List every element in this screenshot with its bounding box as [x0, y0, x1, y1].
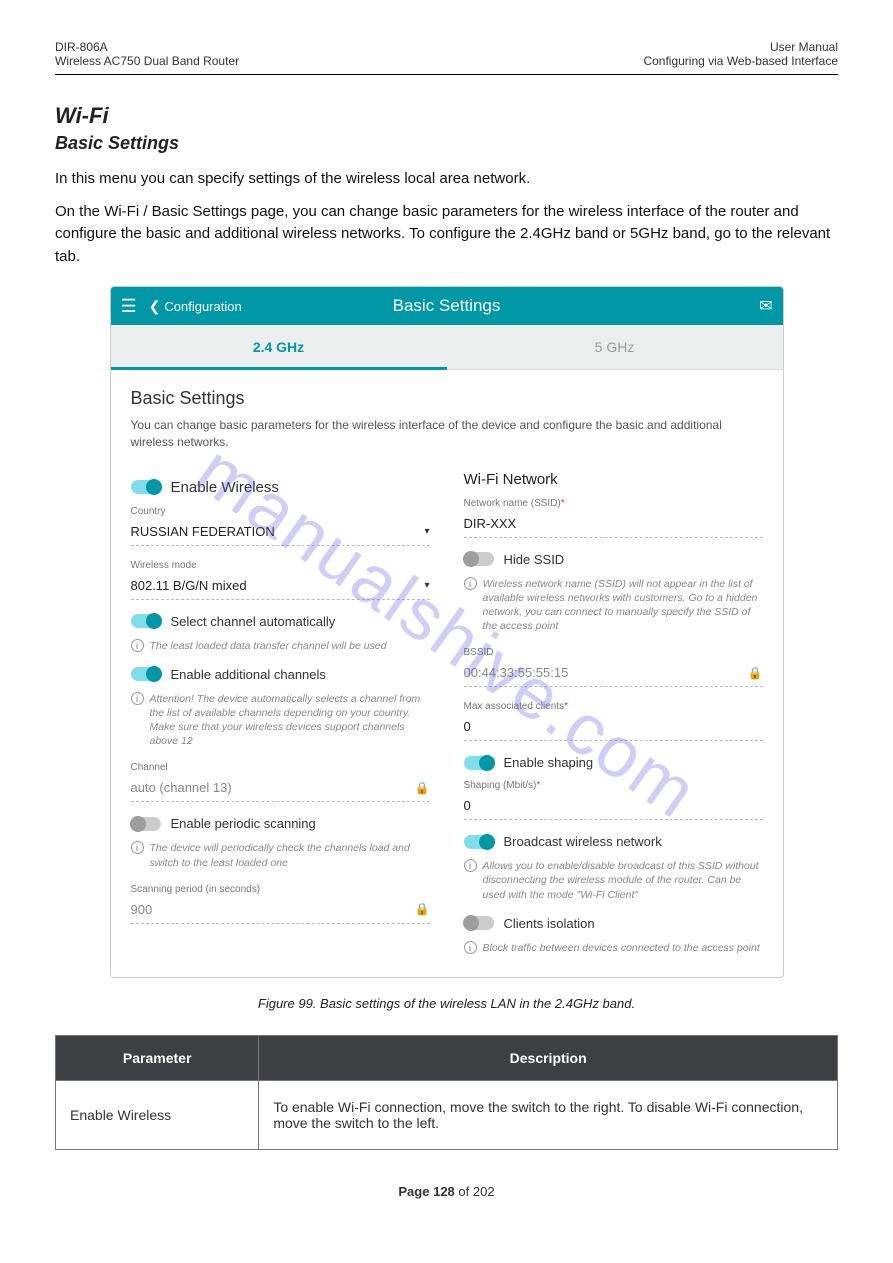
tab-5ghz[interactable]: 5 GHz	[447, 325, 783, 369]
max-clients-label: Max associated clients*	[464, 701, 763, 712]
lock-icon: 🔒	[415, 902, 430, 916]
ssid-input[interactable]: DIR-XXX	[464, 512, 763, 538]
auto-channel-label: Select channel automatically	[171, 614, 336, 629]
hide-ssid-info: i Wireless network name (SSID) will not …	[464, 577, 763, 634]
periodic-scan-info: i The device will periodically check the…	[131, 841, 430, 869]
header-divider	[55, 74, 838, 75]
additional-channels-info: i Attention! The device automatically se…	[131, 692, 430, 749]
doc-manual: User Manual	[643, 40, 838, 54]
doc-chapter: Configuring via Web-based Interface	[643, 54, 838, 68]
additional-channels-label: Enable additional channels	[171, 667, 326, 682]
shaping-value: 0	[464, 798, 471, 813]
app-topbar: ☰ ❮ Configuration Basic Settings ✉	[111, 287, 783, 325]
page-number: Page 128 of 202	[55, 1184, 838, 1199]
chevron-down-icon: ▾	[424, 580, 429, 591]
max-clients-value: 0	[464, 719, 471, 734]
scan-period-label: Scanning period (in seconds)	[131, 884, 430, 895]
enable-shaping-label: Enable shaping	[504, 755, 594, 770]
ssid-value: DIR-XXX	[464, 516, 517, 531]
info-icon: i	[131, 841, 144, 854]
tab-24ghz[interactable]: 2.4 GHz	[111, 325, 447, 369]
param-desc: To enable Wi-Fi connection, move the swi…	[259, 1080, 838, 1149]
scan-period-field: 900 🔒	[131, 898, 430, 924]
doc-product: Wireless AC750 Dual Band Router	[55, 54, 239, 68]
band-tabs: 2.4 GHz 5 GHz	[111, 325, 783, 370]
section-body-1: In this menu you can specify settings of…	[55, 168, 838, 191]
channel-label: Channel	[131, 762, 430, 773]
table-header-parameter: Parameter	[56, 1035, 259, 1080]
bssid-field: 00:44:33:55:55:15 🔒	[464, 661, 763, 687]
channel-value: auto (channel 13)	[131, 780, 232, 795]
clients-isolation-label: Clients isolation	[504, 916, 595, 931]
bssid-label: BSSID	[464, 647, 763, 658]
info-icon: i	[464, 859, 477, 872]
channel-field: auto (channel 13) 🔒	[131, 776, 430, 802]
left-column: Enable Wireless Country RUSSIAN FEDERATI…	[131, 471, 430, 969]
wifi-network-heading: Wi-Fi Network	[464, 471, 763, 488]
section-subtitle: Basic Settings	[55, 133, 838, 154]
wireless-mode-value: 802.11 B/G/N mixed	[131, 578, 247, 593]
country-select[interactable]: RUSSIAN FEDERATION ▾	[131, 520, 430, 546]
broadcast-info: i Allows you to enable/disable broadcast…	[464, 859, 763, 902]
lock-icon: 🔒	[415, 781, 430, 795]
auto-channel-info: i The least loaded data transfer channel…	[131, 639, 430, 653]
shaping-label: Shaping (Mbit/s)*	[464, 780, 763, 791]
wireless-mode-label: Wireless mode	[131, 560, 430, 571]
bssid-value: 00:44:33:55:55:15	[464, 665, 569, 680]
info-icon: i	[131, 692, 144, 705]
back-chevron-icon[interactable]: ❮	[149, 298, 161, 315]
content-desc: You can change basic parameters for the …	[131, 417, 763, 451]
periodic-scan-label: Enable periodic scanning	[171, 816, 316, 831]
info-icon: i	[131, 639, 144, 652]
country-label: Country	[131, 506, 430, 517]
info-icon: i	[464, 577, 477, 590]
section-body-2: On the Wi-Fi / Basic Settings page, you …	[55, 201, 838, 269]
table-row: Enable Wireless To enable Wi-Fi connecti…	[56, 1080, 838, 1149]
auto-channel-toggle[interactable]	[131, 614, 161, 628]
hide-ssid-toggle[interactable]	[464, 552, 494, 566]
hide-ssid-label: Hide SSID	[504, 552, 565, 567]
section-title: Wi-Fi	[55, 103, 838, 129]
lock-icon: 🔒	[748, 666, 763, 680]
enable-wireless-toggle[interactable]	[131, 480, 161, 494]
shaping-input[interactable]: 0	[464, 794, 763, 820]
broadcast-toggle[interactable]	[464, 835, 494, 849]
enable-wireless-label: Enable Wireless	[171, 479, 279, 496]
periodic-scan-toggle[interactable]	[131, 817, 161, 831]
menu-icon[interactable]: ☰	[121, 296, 137, 317]
max-clients-input[interactable]: 0	[464, 715, 763, 741]
back-link[interactable]: Configuration	[164, 299, 241, 314]
right-column: Wi-Fi Network Network name (SSID)* DIR-X…	[464, 471, 763, 969]
clients-isolation-info: i Block traffic between devices connecte…	[464, 941, 763, 955]
page-title: Basic Settings	[393, 296, 501, 316]
parameter-table: Parameter Description Enable Wireless To…	[55, 1035, 838, 1150]
doc-header: DIR-806A Wireless AC750 Dual Band Router…	[55, 40, 838, 68]
ui-screenshot: manualshive.com ☰ ❮ Configuration Basic …	[110, 286, 784, 978]
scan-period-value: 900	[131, 902, 153, 917]
additional-channels-toggle[interactable]	[131, 667, 161, 681]
mail-icon[interactable]: ✉	[759, 296, 772, 316]
figure-caption: Figure 99. Basic settings of the wireles…	[55, 996, 838, 1011]
doc-model: DIR-806A	[55, 40, 239, 54]
content-title: Basic Settings	[131, 388, 763, 409]
ssid-label: Network name (SSID)*	[464, 498, 763, 509]
country-value: RUSSIAN FEDERATION	[131, 524, 275, 539]
chevron-down-icon: ▾	[424, 526, 429, 537]
wireless-mode-select[interactable]: 802.11 B/G/N mixed ▾	[131, 574, 430, 600]
table-header-description: Description	[259, 1035, 838, 1080]
clients-isolation-toggle[interactable]	[464, 916, 494, 930]
broadcast-label: Broadcast wireless network	[504, 834, 662, 849]
enable-shaping-toggle[interactable]	[464, 756, 494, 770]
info-icon: i	[464, 941, 477, 954]
param-name: Enable Wireless	[56, 1080, 259, 1149]
